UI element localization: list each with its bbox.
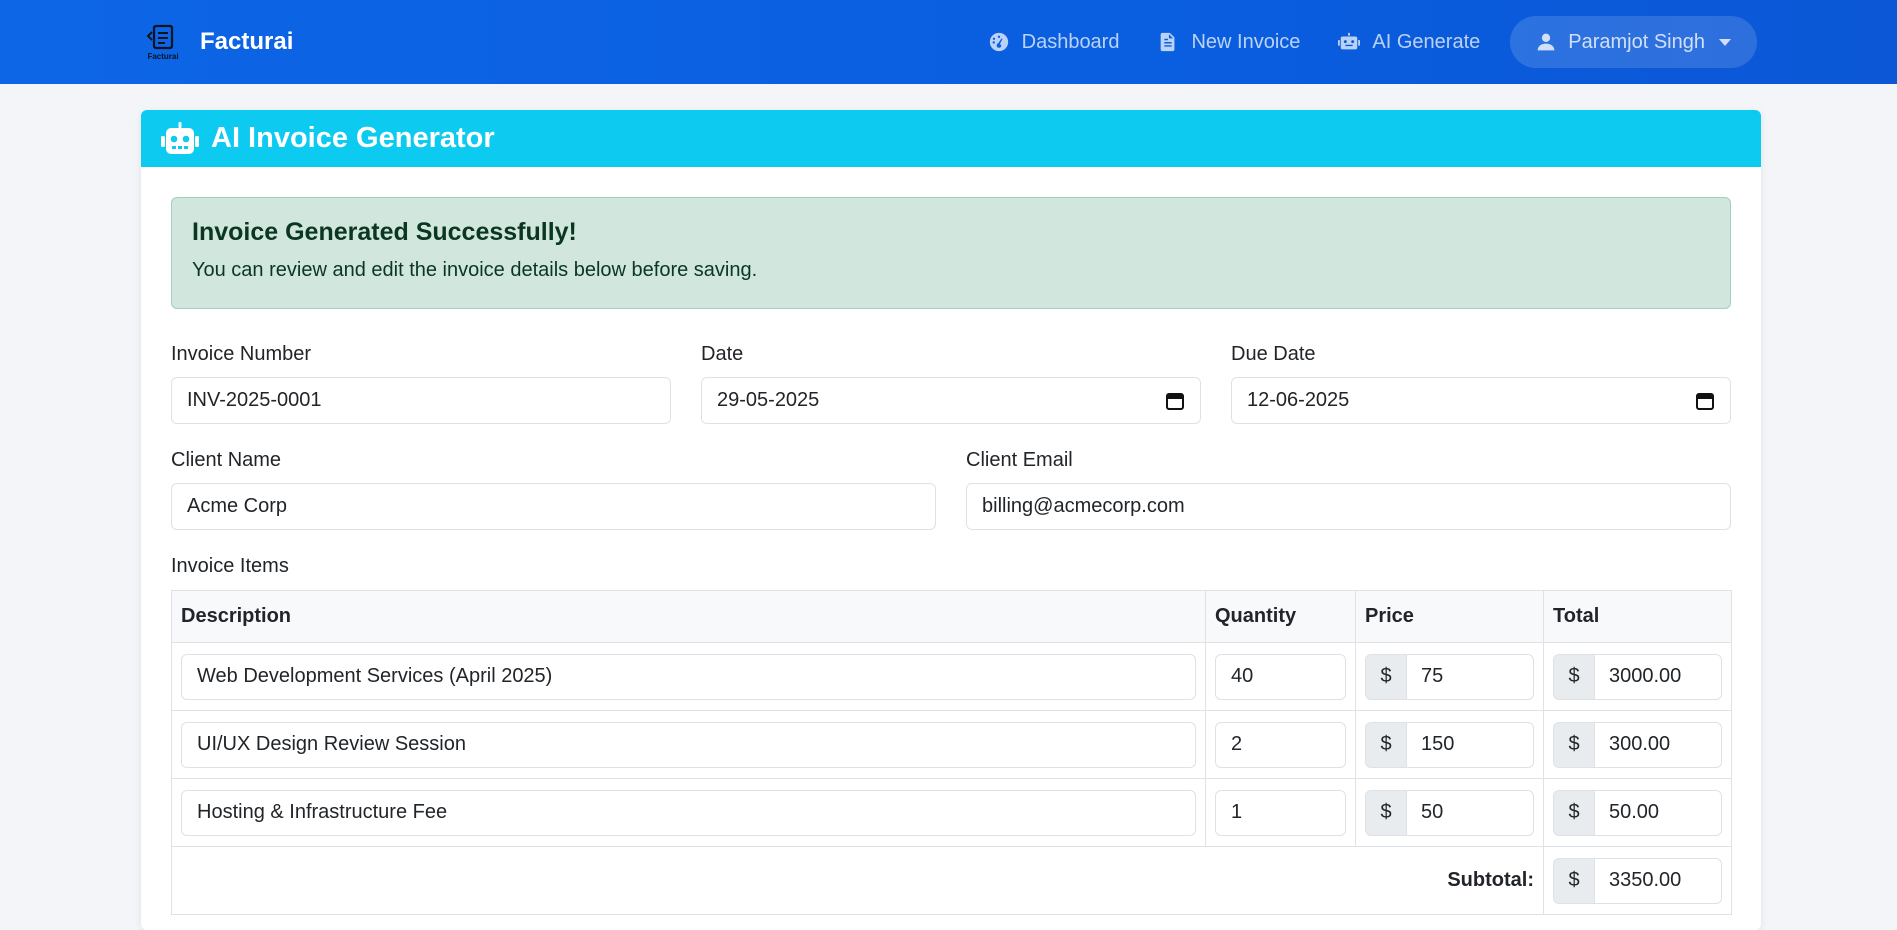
card-header: AI Invoice Generator	[141, 110, 1761, 167]
client-name-input[interactable]: Acme Corp	[171, 483, 936, 530]
item-total-input[interactable]: 50.00	[1595, 789, 1722, 836]
due-date-label: Due Date	[1231, 343, 1316, 365]
nav-link-label: AI Generate	[1372, 30, 1481, 53]
due-date-group: Due Date 12-06-2025	[1231, 343, 1731, 424]
calendar-icon[interactable]	[1165, 391, 1185, 411]
column-header-total: Total	[1543, 590, 1732, 643]
currency-addon: $	[1365, 789, 1407, 836]
item-total-group: $3000.00	[1553, 653, 1722, 700]
brand[interactable]: Facturai Facturai	[140, 19, 293, 65]
logo-text: Facturai	[147, 51, 179, 61]
client-row: Client Name Acme Corp Client Email billi…	[171, 449, 1731, 530]
item-price-group: $50	[1365, 789, 1534, 836]
currency-addon: $	[1553, 857, 1595, 904]
logo-icon: Facturai	[140, 19, 186, 65]
date-label: Date	[701, 343, 744, 365]
currency-addon: $	[1365, 653, 1407, 700]
table-row: Web Development Services (April 2025) 40…	[171, 642, 1732, 711]
robot-icon	[161, 121, 199, 154]
file-icon	[1161, 32, 1175, 52]
date-value: 29-05-2025	[717, 389, 820, 411]
item-total-input[interactable]: 300.00	[1595, 721, 1722, 768]
client-name-value: Acme Corp	[187, 495, 288, 517]
item-description-input[interactable]: UI/UX Design Review Session	[181, 721, 1196, 768]
alert-heading: Invoice Generated Successfully!	[192, 218, 577, 246]
currency-addon: $	[1365, 721, 1407, 768]
currency-addon: $	[1553, 653, 1595, 700]
nav-link-ai-generate[interactable]: AI Generate	[1338, 31, 1480, 54]
client-email-input[interactable]: billing@acmecorp.com	[966, 483, 1731, 530]
date-input[interactable]: 29-05-2025	[701, 377, 1201, 424]
nav-link-dashboard[interactable]: Dashboard	[988, 30, 1120, 54]
invoice-items-table: Description Quantity Price Total Web Dev…	[171, 590, 1732, 915]
caret-down-icon	[1719, 38, 1731, 46]
table-row: UI/UX Design Review Session 2 $150 $300.…	[171, 710, 1732, 779]
invoice-meta-row: Invoice Number INV-2025-0001 Date 29-05-…	[171, 343, 1731, 424]
invoice-items-label: Invoice Items	[171, 555, 289, 577]
due-date-value: 12-06-2025	[1247, 389, 1350, 411]
client-email-group: Client Email billing@acmecorp.com	[966, 449, 1731, 530]
item-price-group: $75	[1365, 653, 1534, 700]
item-description-input[interactable]: Hosting & Infrastructure Fee	[181, 789, 1196, 836]
item-price-input[interactable]: 150	[1407, 721, 1534, 768]
brand-name: Facturai	[200, 28, 294, 55]
item-description-input[interactable]: Web Development Services (April 2025)	[181, 653, 1196, 700]
user-icon	[1537, 33, 1555, 51]
item-total-group: $300.00	[1553, 721, 1722, 768]
nav-links: Dashboard New Invoice AI Generate Paramj…	[988, 16, 1757, 68]
navbar: Facturai Facturai Dashboard New Invoice …	[0, 0, 1897, 84]
card-title: AI Invoice Generator	[211, 122, 495, 154]
invoice-number-value: INV-2025-0001	[187, 389, 322, 411]
item-price-group: $150	[1365, 721, 1534, 768]
date-group: Date 29-05-2025	[701, 343, 1201, 424]
alert-text: You can review and edit the invoice deta…	[192, 259, 758, 281]
invoice-generator-card: AI Invoice Generator Invoice Generated S…	[141, 110, 1761, 930]
subtotal-label: Subtotal:	[171, 846, 1544, 915]
client-email-label: Client Email	[966, 449, 1073, 471]
nav-link-label: New Invoice	[1191, 30, 1301, 53]
robot-icon	[1338, 32, 1361, 50]
invoice-number-label: Invoice Number	[171, 343, 312, 365]
item-quantity-input[interactable]: 1	[1215, 789, 1346, 836]
currency-addon: $	[1553, 789, 1595, 836]
item-price-input[interactable]: 50	[1407, 789, 1534, 836]
user-name: Paramjot Singh	[1568, 30, 1705, 53]
dashboard-icon	[989, 32, 1008, 52]
subtotal-value: 3350.00	[1595, 857, 1722, 904]
card-body: Invoice Generated Successfully! You can …	[141, 167, 1761, 930]
client-email-value: billing@acmecorp.com	[982, 495, 1185, 517]
success-alert: Invoice Generated Successfully! You can …	[171, 197, 1731, 309]
user-menu-dropdown[interactable]: Paramjot Singh	[1510, 16, 1757, 68]
currency-addon: $	[1553, 721, 1595, 768]
item-quantity-input[interactable]: 40	[1215, 653, 1346, 700]
subtotal-group: $3350.00	[1553, 857, 1722, 904]
item-quantity-input[interactable]: 2	[1215, 721, 1346, 768]
subtotal-row: Subtotal: $3350.00	[171, 846, 1732, 915]
nav-link-label: Dashboard	[1021, 30, 1120, 53]
column-header-description: Description	[171, 590, 1206, 643]
item-price-input[interactable]: 75	[1407, 653, 1534, 700]
due-date-input[interactable]: 12-06-2025	[1231, 377, 1731, 424]
invoice-number-group: Invoice Number INV-2025-0001	[171, 343, 671, 424]
table-header-row: Description Quantity Price Total	[171, 590, 1732, 643]
table-row: Hosting & Infrastructure Fee 1 $50 $50.0…	[171, 778, 1732, 847]
nav-link-new-invoice[interactable]: New Invoice	[1157, 31, 1300, 54]
client-name-group: Client Name Acme Corp	[171, 449, 936, 530]
item-total-input[interactable]: 3000.00	[1595, 653, 1722, 700]
invoice-number-input[interactable]: INV-2025-0001	[171, 377, 671, 424]
column-header-quantity: Quantity	[1205, 590, 1356, 643]
column-header-price: Price	[1355, 590, 1544, 643]
calendar-icon[interactable]	[1695, 391, 1715, 411]
item-total-group: $50.00	[1553, 789, 1722, 836]
client-name-label: Client Name	[171, 449, 282, 471]
